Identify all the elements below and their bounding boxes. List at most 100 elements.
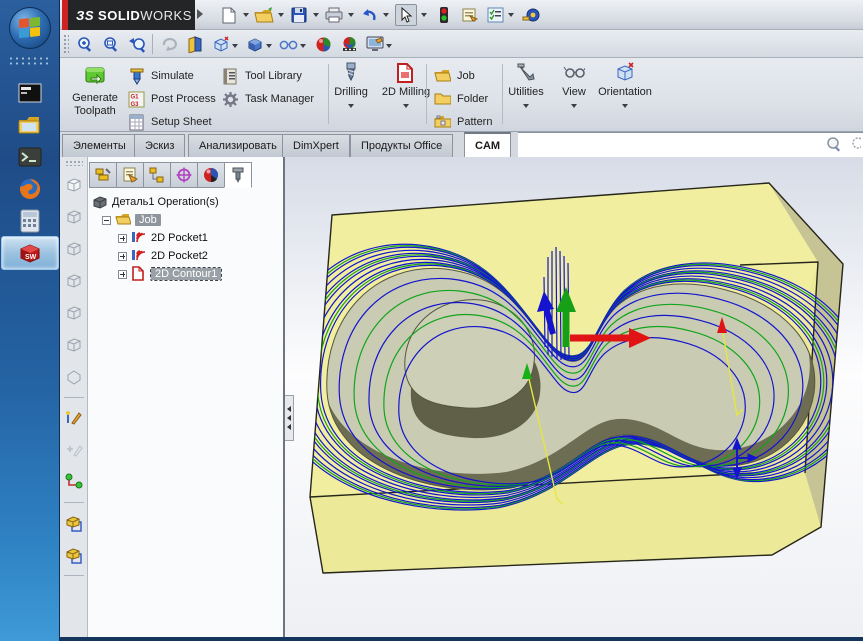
tree-item-contour1[interactable]: 2D Contour1 (118, 265, 223, 283)
orientation-button[interactable]: Orientation (592, 62, 658, 108)
display-style-button[interactable] (244, 33, 266, 55)
open-button[interactable] (253, 4, 275, 26)
post-process-button[interactable]: G1 G3 Post Process (128, 89, 216, 109)
hideshow-caret-icon[interactable] (300, 44, 306, 48)
save-caret-icon[interactable] (313, 13, 319, 17)
tree-item-label: Job (135, 214, 161, 226)
tab-label: Элементы (73, 140, 126, 152)
taskbar-item-command-prompt[interactable] (6, 78, 54, 108)
view-cube-icon-4[interactable] (63, 270, 85, 292)
tab-sketch[interactable]: Эскиз (134, 134, 186, 157)
generate-toolpath-button[interactable]: Generate Toolpath (66, 62, 124, 128)
magnifier-partial-icon[interactable] (851, 136, 861, 153)
tool-library-button[interactable]: Tool Library (222, 66, 302, 86)
job-button[interactable]: Job (434, 66, 475, 86)
tree-item-pocket1[interactable]: 2D Pocket1 (118, 229, 221, 247)
tree-root-row[interactable]: Деталь1 Operation(s) (92, 193, 221, 211)
tab-configuration-manager[interactable] (143, 162, 171, 188)
view-caret-icon[interactable] (571, 104, 577, 108)
sketch-icon[interactable] (63, 407, 85, 429)
brand-text: ЗS SOLIDWORKS (76, 8, 192, 23)
post-process-label: Post Process (151, 93, 216, 105)
settings-caret-icon[interactable] (386, 44, 392, 48)
view-cube-icon-5[interactable] (63, 302, 85, 324)
setup-sheet-button[interactable]: Setup Sheet (128, 112, 212, 132)
drilling-caret-icon[interactable] (348, 104, 354, 108)
tab-property-manager[interactable] (116, 162, 144, 188)
apply-scene-button[interactable] (338, 33, 360, 55)
open-caret-icon[interactable] (278, 13, 284, 17)
expand-toggle-icon[interactable] (118, 233, 127, 243)
section-view-button[interactable] (184, 33, 206, 55)
folder-button[interactable]: Folder (434, 89, 488, 109)
expand-toggle-icon[interactable] (118, 251, 127, 261)
simulate-button[interactable]: Simulate (128, 66, 194, 86)
tab-feature-manager[interactable] (89, 162, 117, 188)
view-cube-icon-3[interactable] (63, 238, 85, 260)
taskbar-item-terminal[interactable] (6, 142, 54, 172)
orientation-caret-icon[interactable] (232, 44, 238, 48)
pattern-button[interactable]: Pattern (434, 112, 492, 132)
collapse-toggle-icon[interactable] (102, 215, 111, 225)
view-isometric-icon[interactable] (63, 366, 85, 388)
undo-icon (363, 9, 376, 21)
zoom-to-area-button[interactable] (100, 33, 122, 55)
drilling-button[interactable]: Drilling (323, 62, 379, 108)
view-orientation-button[interactable] (210, 33, 232, 55)
taskbar-item-calculator[interactable] (6, 206, 54, 236)
edit-sketch-icon[interactable] (63, 439, 85, 461)
view-settings-button[interactable] (364, 33, 386, 55)
hide-show-button[interactable] (278, 33, 300, 55)
zoom-previous-button[interactable] (126, 33, 148, 55)
undo-caret-icon[interactable] (383, 13, 389, 17)
tab-elements[interactable]: Элементы (62, 134, 137, 157)
view-settings-icon (366, 36, 383, 51)
tab-dimxpert[interactable]: DimXpert (282, 134, 350, 157)
task-manager-button[interactable]: Task Manager (222, 89, 314, 109)
taskbar-item-firefox[interactable] (6, 174, 54, 204)
view-cube-icon-1[interactable] (63, 174, 85, 196)
start-button[interactable] (9, 7, 51, 49)
print-caret-icon[interactable] (348, 13, 354, 17)
checker-caret-icon[interactable] (508, 13, 514, 17)
panel-splitter-handle[interactable] (285, 395, 294, 441)
taskbar-item-solidworks[interactable]: SW (1, 236, 59, 270)
taskbar-item-file-explorer[interactable] (6, 110, 54, 140)
select-caret-icon[interactable] (421, 13, 427, 17)
tree-item-job[interactable]: Job (102, 211, 221, 229)
edit-appearance-button[interactable] (312, 33, 334, 55)
design-checker-button[interactable] (484, 4, 506, 26)
instant3d-icon-2[interactable] (63, 544, 85, 566)
tab-evaluate[interactable]: Анализировать (188, 134, 288, 157)
reference-geometry-icon[interactable] (63, 471, 85, 493)
view-cube-icon-6[interactable] (63, 334, 85, 356)
zoom-to-fit-button[interactable] (74, 33, 96, 55)
file-properties-button[interactable] (458, 4, 480, 26)
display-caret-icon[interactable] (266, 44, 272, 48)
menu-expand-icon[interactable] (197, 9, 203, 19)
tab-dimxpert-manager[interactable] (170, 162, 198, 188)
undo-button[interactable] (358, 4, 380, 26)
view-cube-icon-2[interactable] (63, 206, 85, 228)
simulate-icon (130, 68, 144, 85)
milling-2d-caret-icon[interactable] (403, 104, 409, 108)
tree-item-pocket2[interactable]: 2D Pocket2 (118, 247, 221, 265)
measure-button[interactable] (520, 4, 542, 26)
rotate-view-button[interactable] (158, 33, 180, 55)
graphics-viewport[interactable] (285, 157, 863, 637)
instant3d-icon-1[interactable] (63, 512, 85, 534)
save-button[interactable] (288, 4, 310, 26)
rebuild-button[interactable] (433, 4, 455, 26)
new-caret-icon[interactable] (243, 13, 249, 17)
tab-office[interactable]: Продукты Office (350, 134, 454, 157)
new-document-button[interactable] (218, 4, 240, 26)
select-button[interactable] (395, 4, 417, 26)
tab-cam-manager[interactable] (224, 162, 252, 188)
tab-display-manager[interactable] (197, 162, 225, 188)
expand-toggle-icon[interactable] (118, 269, 127, 279)
print-button[interactable] (323, 4, 345, 26)
tab-cam[interactable]: CAM (464, 132, 512, 157)
utilities-caret-icon[interactable] (523, 104, 529, 108)
orientation-ribbon-caret-icon[interactable] (622, 104, 628, 108)
magnifier-icon[interactable] (826, 136, 843, 153)
